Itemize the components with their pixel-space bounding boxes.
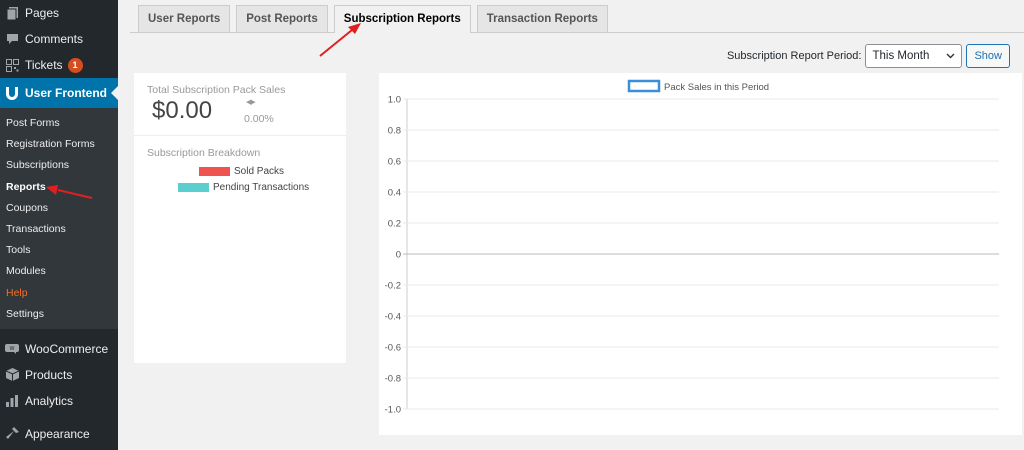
y-tick-label: -0.2 xyxy=(385,281,401,292)
y-tick-label: 0.8 xyxy=(388,126,401,137)
comments-icon xyxy=(5,32,19,46)
period-controls: Subscription Report Period: This Month S… xyxy=(727,44,1010,68)
submenu-item-modules[interactable]: Modules xyxy=(0,261,118,282)
pending-transactions-swatch xyxy=(178,183,209,192)
show-button[interactable]: Show xyxy=(966,44,1010,68)
tab-user-reports[interactable]: User Reports xyxy=(138,5,231,32)
breakdown-label: Subscription Breakdown xyxy=(147,147,261,159)
sidebar-item-tickets[interactable]: Tickets 1 xyxy=(0,52,118,78)
pages-icon xyxy=(5,6,19,20)
sidebar-item-pages[interactable]: Pages xyxy=(0,0,118,26)
products-icon xyxy=(5,368,19,382)
sold-packs-swatch xyxy=(199,167,230,176)
submenu-item-coupons[interactable]: Coupons xyxy=(0,198,118,219)
total-sales-label: Total Subscription Pack Sales xyxy=(147,84,286,96)
submenu-item-reports[interactable]: Reports xyxy=(0,177,118,198)
sidebar-item-label: Appearance xyxy=(25,426,90,441)
chart-panel: 1.0 0.8 0.6 0.4 0.2 0 -0.2 -0.4 -0.6 -0.8 -1.0 Pack… xyxy=(379,73,1022,435)
annotation-arrow-tab xyxy=(319,29,353,57)
sidebar-item-label: Analytics xyxy=(25,393,74,408)
sidebar-item-label: Comments xyxy=(25,32,84,46)
legend-label: Pending Transactions xyxy=(213,182,310,193)
pack-sales-chart: 1.0 0.8 0.6 0.4 0.2 0 -0.2 -0.4 -0.6 -0.8 -1.0 Pack… xyxy=(385,79,999,416)
legend-pending-transactions: Pending Transactions xyxy=(178,182,309,193)
legend-label: Pack Sales in this Period xyxy=(664,82,769,93)
y-tick-label: -1.0 xyxy=(385,405,401,416)
summary-panel: Total Subscription Pack Sales $0.00 ◀▶ 0… xyxy=(134,73,346,363)
analytics-icon xyxy=(5,394,19,408)
sidebar-item-label: WooCommerce xyxy=(25,341,109,356)
sidebar-divider xyxy=(0,414,118,421)
total-sales-value: $0.00 xyxy=(152,97,213,124)
period-select[interactable]: This Month xyxy=(865,44,963,68)
submenu-item-registration-forms[interactable]: Registration Forms xyxy=(0,134,118,155)
legend-sold-packs: Sold Packs xyxy=(199,166,284,177)
trend-arrows-icon: ◀▶ xyxy=(246,99,256,106)
sidebar-item-comments[interactable]: Comments xyxy=(0,26,118,52)
sidebar-item-user-frontend[interactable]: User Frontend xyxy=(0,78,118,108)
submenu-item-subscriptions[interactable]: Subscriptions xyxy=(0,155,118,176)
summary-divider xyxy=(134,135,346,136)
y-tick-label: -0.6 xyxy=(385,343,401,354)
y-tick-label: 1.0 xyxy=(388,95,401,106)
change-percent: 0.00% xyxy=(244,113,274,125)
submenu-item-tools[interactable]: Tools xyxy=(0,240,118,261)
y-tick-label: -0.8 xyxy=(385,374,401,385)
admin-sidebar: Pages Comments Tickets 1 User Frontend P… xyxy=(0,0,118,450)
y-tick-label: -0.4 xyxy=(385,312,401,323)
sidebar-item-label: Pages xyxy=(25,6,60,20)
submenu-item-post-forms[interactable]: Post Forms xyxy=(0,113,118,134)
tab-post-reports[interactable]: Post Reports xyxy=(236,5,328,32)
user-frontend-icon xyxy=(5,86,19,100)
legend-swatch xyxy=(627,79,661,93)
notification-badge: 1 xyxy=(67,57,83,73)
sidebar-item-woocommerce[interactable]: W WooCommerce xyxy=(0,336,118,362)
y-tick-label: 0 xyxy=(396,250,401,261)
svg-text:W: W xyxy=(10,346,15,352)
submenu-item-settings[interactable]: Settings xyxy=(0,304,118,325)
sidebar-item-analytics[interactable]: Analytics xyxy=(0,388,118,414)
tickets-icon xyxy=(5,58,19,72)
period-selected-value: This Month xyxy=(872,50,930,62)
y-tick-label: 0.4 xyxy=(388,188,401,199)
sidebar-item-appearance[interactable]: Appearance xyxy=(0,421,118,447)
sidebar-item-label: User Frontend xyxy=(25,86,108,100)
y-tick-label: 0.2 xyxy=(388,219,401,230)
sidebar-item-label: Tickets xyxy=(25,58,63,72)
sidebar-divider xyxy=(0,329,118,336)
sidebar-item-label: Products xyxy=(25,367,73,382)
submenu-item-transactions[interactable]: Transactions xyxy=(0,219,118,240)
woocommerce-icon: W xyxy=(5,342,19,356)
y-tick-label: 0.6 xyxy=(388,157,401,168)
report-tabs: User Reports Post Reports Subscription R… xyxy=(138,5,614,33)
tab-transaction-reports[interactable]: Transaction Reports xyxy=(476,5,608,32)
sidebar-item-products[interactable]: Products xyxy=(0,362,118,388)
appearance-icon xyxy=(5,427,19,441)
submenu-item-help[interactable]: Help xyxy=(0,283,118,304)
tab-subscription-reports[interactable]: Subscription Reports xyxy=(333,5,471,33)
user-frontend-submenu: Post Forms Registration Forms Subscripti… xyxy=(0,108,118,329)
legend-label: Sold Packs xyxy=(234,166,285,177)
period-label: Subscription Report Period: xyxy=(726,50,862,62)
chevron-down-icon xyxy=(946,50,955,62)
